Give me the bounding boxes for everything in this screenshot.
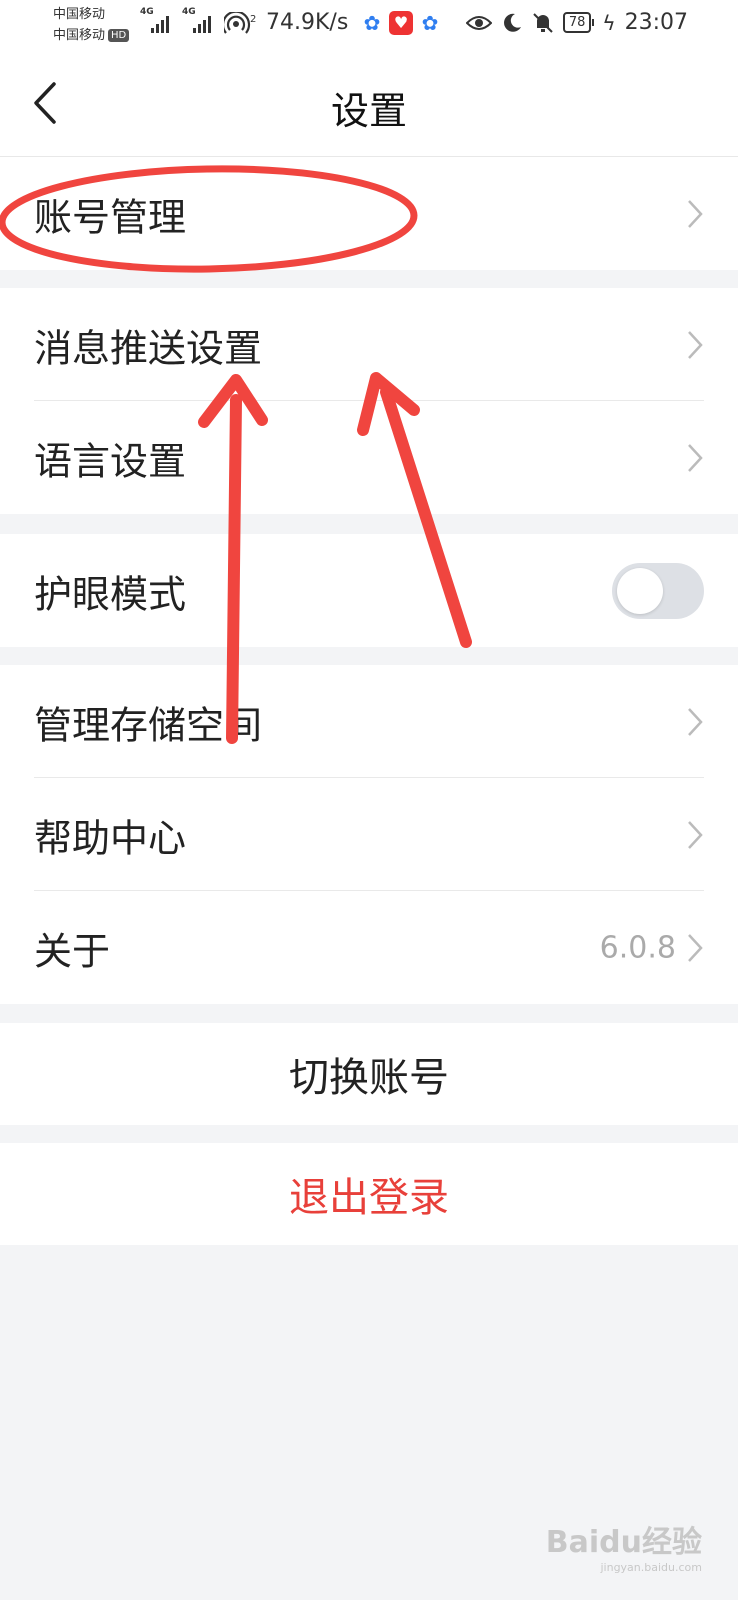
settings-group-display: 护眼模式 bbox=[0, 534, 738, 647]
settings-item-label: 账号管理 bbox=[34, 195, 187, 239]
settings-group-account: 账号管理 bbox=[0, 157, 738, 270]
settings-item-push[interactable]: 消息推送设置 bbox=[0, 288, 738, 401]
baidu-watermark-logo: Baidu经验 jingyan.baidu.com bbox=[546, 1517, 702, 1574]
chevron-right-icon bbox=[688, 443, 703, 472]
settings-group-general: 管理存储空间 帮助中心 关于 6.0.8 bbox=[0, 665, 738, 1004]
eye-mode-toggle[interactable] bbox=[612, 562, 704, 619]
logout-button[interactable]: 退出登录 bbox=[0, 1143, 738, 1245]
hotspot-icon: 2 bbox=[224, 12, 256, 34]
version-value: 6.0.8 bbox=[599, 930, 676, 965]
chevron-right-icon bbox=[688, 933, 703, 962]
app-gift-icon: ♥ bbox=[389, 11, 413, 35]
settings-item-label: 消息推送设置 bbox=[34, 326, 263, 370]
hd-badge: HD bbox=[108, 29, 130, 42]
settings-item-label: 护眼模式 bbox=[34, 572, 187, 616]
watermark-subtext: jingyan.baidu.com bbox=[600, 1561, 702, 1574]
settings-item-label: 管理存储空间 bbox=[34, 703, 263, 747]
settings-item-language[interactable]: 语言设置 bbox=[0, 401, 738, 514]
clock: 23:07 bbox=[624, 10, 688, 35]
status-bar: 中国移动 中国移动 HD 4G 4G 2 74.9K/s ✿ ♥ ✿ 78 ϟ 2… bbox=[0, 0, 738, 50]
settings-item-label: 关于 bbox=[34, 929, 111, 973]
moon-icon bbox=[503, 13, 521, 32]
chevron-right-icon bbox=[688, 707, 703, 736]
battery-indicator: 78 bbox=[562, 12, 594, 33]
svg-text:2: 2 bbox=[250, 14, 256, 25]
charging-icon: ϟ bbox=[602, 10, 616, 35]
status-right: 78 ϟ 23:07 bbox=[465, 10, 688, 35]
carrier-1: 中国移动 bbox=[53, 7, 106, 22]
settings-item-label: 帮助中心 bbox=[34, 816, 187, 860]
watermark-text: Baidu经验 bbox=[545, 1525, 702, 1560]
page-title: 设置 bbox=[330, 89, 407, 133]
carrier-info: 中国移动 中国移动 HD bbox=[53, 4, 130, 46]
network-speed: 74.9K/s bbox=[266, 10, 349, 35]
settings-item-help[interactable]: 帮助中心 bbox=[0, 778, 738, 891]
switch-account-button[interactable]: 切换账号 bbox=[0, 1023, 738, 1125]
chevron-right-icon bbox=[688, 330, 703, 359]
settings-group-preferences: 消息推送设置 语言设置 bbox=[0, 288, 738, 514]
app-paw-icon: ✿ bbox=[363, 11, 381, 35]
eye-icon bbox=[465, 15, 492, 30]
bell-off-icon bbox=[533, 12, 553, 33]
settings-item-label: 语言设置 bbox=[34, 439, 187, 483]
settings-item-account[interactable]: 账号管理 bbox=[0, 157, 738, 270]
chevron-right-icon bbox=[688, 199, 703, 228]
settings-item-about[interactable]: 关于 6.0.8 bbox=[0, 891, 738, 1004]
app-paw-icon: ✿ bbox=[421, 11, 439, 35]
toggle-knob bbox=[617, 567, 663, 614]
navigation-bar: 设置 bbox=[0, 50, 738, 157]
settings-item-storage[interactable]: 管理存储空间 bbox=[0, 665, 738, 778]
carrier-2: 中国移动 bbox=[53, 28, 106, 43]
settings-item-eye-mode: 护眼模式 bbox=[0, 534, 738, 647]
chevron-right-icon bbox=[688, 820, 703, 849]
